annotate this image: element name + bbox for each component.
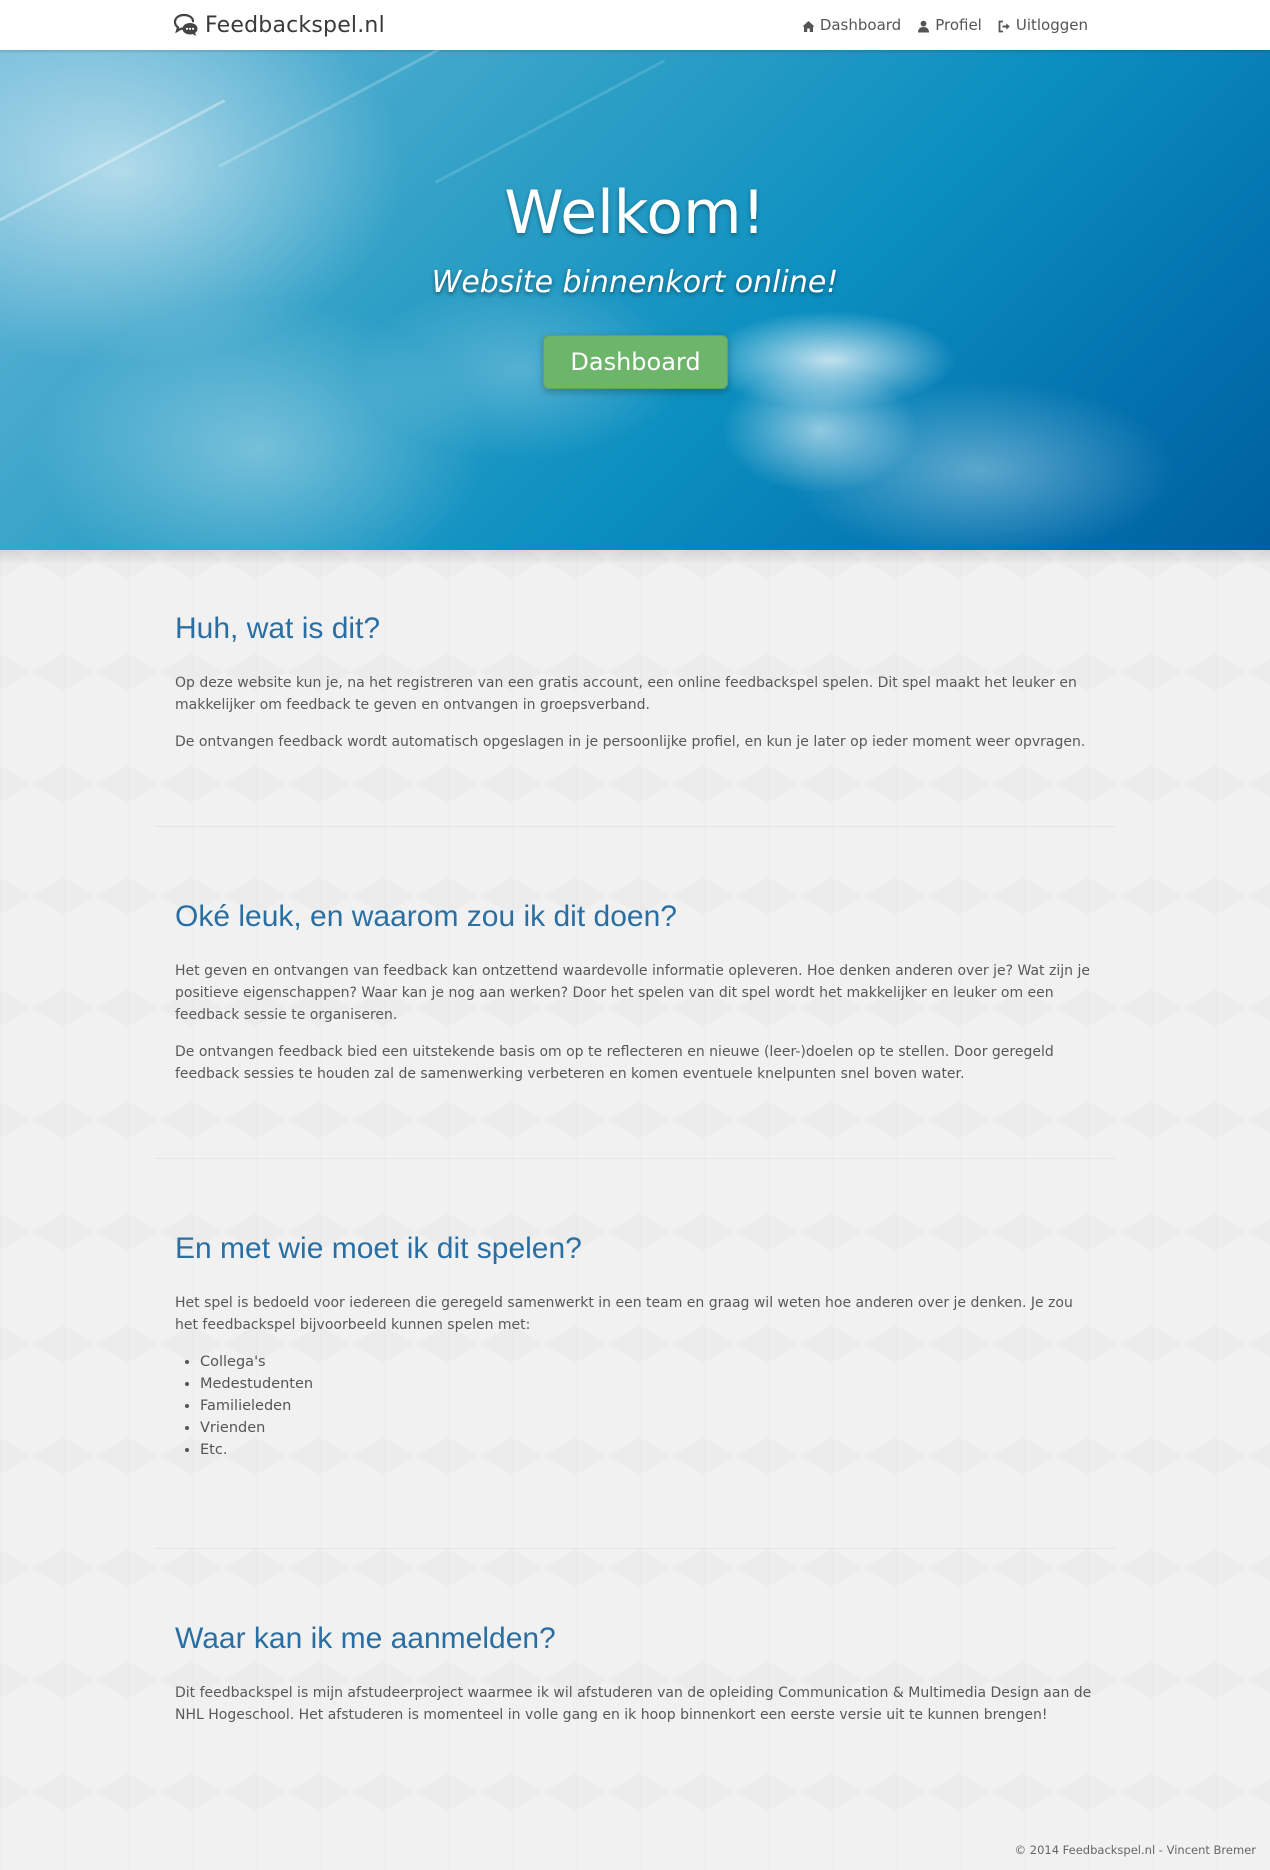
section-with-whom: En met wie moet ik dit spelen? Het spel … — [175, 1232, 1095, 1461]
list-item: Collega's — [200, 1351, 1095, 1373]
nav-links: Dashboard Profiel Uitloggen — [802, 0, 1088, 50]
nav-dashboard-label: Dashboard — [819, 16, 902, 34]
section-heading: Huh, wat is dit? — [175, 612, 381, 645]
section-paragraph: Het spel is bedoeld voor iedereen die ge… — [175, 1295, 1073, 1333]
sign-out-icon — [998, 19, 1011, 32]
section-sign-up: Waar kan ik me aanmelden? Dit feedbacksp… — [175, 1622, 1095, 1741]
list-item: Vrienden — [200, 1417, 1095, 1439]
section-heading: Waar kan ik me aanmelden? — [175, 1622, 556, 1655]
section-divider — [155, 1158, 1115, 1159]
user-icon — [917, 19, 930, 32]
hero-title: Welkom! — [504, 178, 766, 248]
section-paragraph: Dit feedbackspel is mijn afstudeerprojec… — [175, 1685, 1092, 1723]
section-what-is-this: Huh, wat is dit? Op deze website kun je,… — [175, 612, 1095, 768]
section-divider — [155, 1548, 1115, 1549]
list-item: Etc. — [200, 1439, 1095, 1461]
nav-profiel-link[interactable]: Profiel — [917, 16, 982, 34]
section-heading: En met wie moet ik dit spelen? — [175, 1232, 582, 1265]
navbar: Feedbackspel.nl Dashboard Profiel Uitlog… — [0, 0, 1270, 50]
nav-dashboard-link[interactable]: Dashboard — [802, 16, 901, 34]
section-heading: Oké leuk, en waarom zou ik dit doen? — [175, 900, 677, 933]
section-paragraph: De ontvangen feedback wordt automatisch … — [175, 734, 1086, 750]
players-list: Collega's Medestudenten Familieleden Vri… — [200, 1351, 1095, 1461]
hero-subtitle: Website binnenkort online! — [431, 265, 839, 300]
nav-uitloggen-link[interactable]: Uitloggen — [998, 16, 1088, 34]
brand-link[interactable]: Feedbackspel.nl — [173, 10, 385, 40]
brand-name: Feedbackspel.nl — [205, 12, 385, 38]
section-paragraph: De ontvangen feedback bied een uitsteken… — [175, 1044, 1054, 1082]
hero-shadow — [0, 550, 1270, 564]
list-item: Medestudenten — [200, 1373, 1095, 1395]
chat-bubbles-icon — [173, 12, 199, 38]
section-paragraph: Op deze website kun je, na het registrer… — [175, 675, 1077, 713]
dashboard-button[interactable]: Dashboard — [543, 335, 728, 389]
nav-profiel-label: Profiel — [935, 16, 982, 34]
footer-copyright: © 2014 Feedbackspel.nl - Vincent Bremer — [1014, 1843, 1256, 1857]
section-why: Oké leuk, en waarom zou ik dit doen? Het… — [175, 900, 1095, 1100]
list-item: Familieleden — [200, 1395, 1095, 1417]
hero-content: Welkom! Website binnenkort online! Dashb… — [0, 50, 1270, 550]
nav-uitloggen-label: Uitloggen — [1015, 16, 1088, 34]
hero-banner: Welkom! Website binnenkort online! Dashb… — [0, 50, 1270, 550]
section-divider — [155, 826, 1115, 827]
home-icon — [802, 19, 815, 32]
section-paragraph: Het geven en ontvangen van feedback kan … — [175, 963, 1090, 1023]
